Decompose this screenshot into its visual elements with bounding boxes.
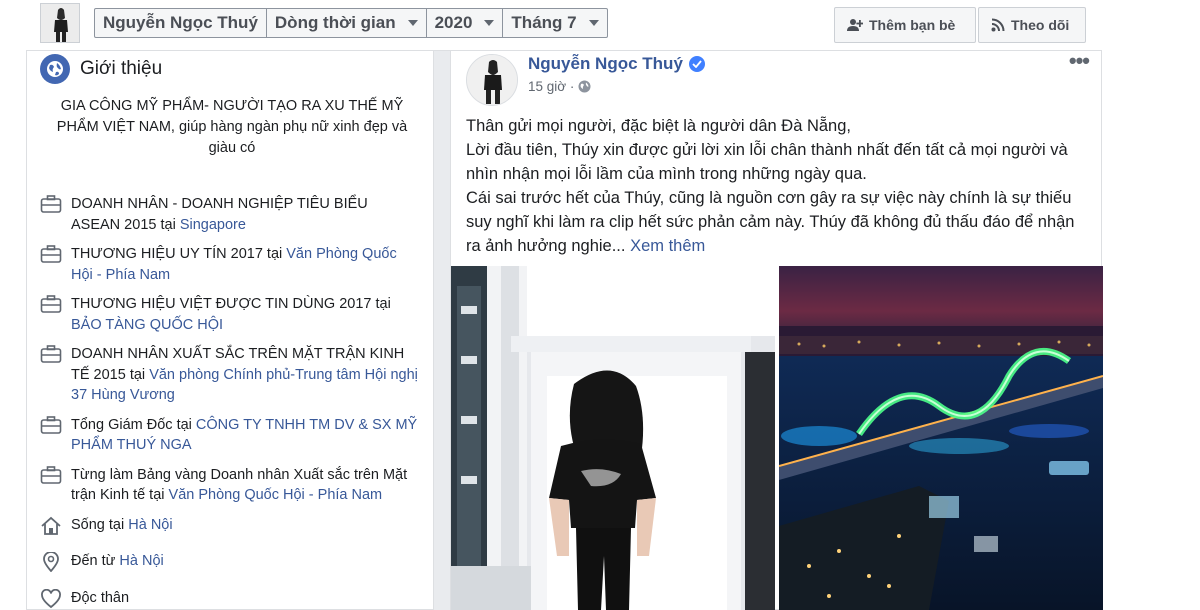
info-item-work-6: Từng làm Bảng vàng Doanh nhân Xuất sắc t… bbox=[40, 465, 420, 506]
nav-profile-name[interactable]: Nguyễn Ngọc Thuý bbox=[95, 9, 267, 37]
info-text: THƯƠNG HIỆU UY TÍN 2017 tại bbox=[71, 246, 287, 262]
nav-year-dropdown[interactable]: 2020 bbox=[427, 9, 504, 37]
profile-avatar-thumbnail[interactable] bbox=[40, 3, 80, 43]
info-text: Tổng Giám Đốc tại bbox=[71, 416, 196, 433]
info-item-relationship: Độc thân bbox=[40, 588, 420, 610]
nav-month-dropdown[interactable]: Tháng 7 bbox=[503, 9, 606, 37]
info-item-from: Đến từ Hà Nội bbox=[40, 551, 420, 579]
post-author-label: Nguyễn Ngọc Thuý bbox=[528, 54, 683, 73]
briefcase-icon bbox=[40, 245, 62, 270]
add-friend-icon bbox=[847, 19, 863, 31]
add-friend-label: Thêm bạn bè bbox=[869, 17, 956, 33]
page-margin-right bbox=[1102, 0, 1200, 610]
info-text: Sống tại bbox=[71, 516, 129, 533]
intro-info-list: DOANH NHÂN - DOANH NGHIỆP TIÊU BIỂU ASEA… bbox=[40, 194, 420, 610]
post-timestamp[interactable]: 15 giờ · bbox=[528, 79, 574, 94]
info-link[interactable]: BẢO TÀNG QUỐC HỘI bbox=[71, 317, 223, 333]
intro-header: Giới thiệu bbox=[40, 54, 162, 84]
briefcase-icon bbox=[40, 465, 62, 491]
post-meta: 15 giờ · bbox=[528, 79, 591, 94]
info-link[interactable]: Hà Nội bbox=[128, 517, 172, 533]
info-item-work-1: DOANH NHÂN - DOANH NGHIỆP TIÊU BIỂU ASEA… bbox=[40, 194, 420, 235]
post-photo-woman[interactable] bbox=[451, 266, 775, 610]
post-line: Lời đầu tiên, Thúy xin được gửi lời xin … bbox=[466, 141, 1068, 183]
rss-icon bbox=[991, 18, 1005, 32]
info-text: Đến từ bbox=[71, 553, 120, 569]
info-link[interactable]: Hà Nội bbox=[119, 553, 163, 569]
timeline-navigation: Nguyễn Ngọc Thuý Dòng thời gian 2020 Thá… bbox=[94, 8, 608, 38]
home-icon bbox=[40, 516, 62, 543]
intro-title: Giới thiệu bbox=[80, 58, 163, 79]
post-line: Cái sai trước hết của Thúy, cũng là nguồ… bbox=[466, 186, 1086, 258]
profile-page: Nguyễn Ngọc Thuý Dòng thời gian 2020 Thá… bbox=[26, 0, 1103, 610]
nav-timeline-dropdown[interactable]: Dòng thời gian bbox=[267, 9, 427, 37]
see-more-link[interactable]: Xem thêm bbox=[630, 237, 705, 255]
page-margin-left bbox=[0, 0, 26, 610]
nav-timeline-label: Dòng thời gian bbox=[274, 13, 396, 32]
post-card: Nguyễn Ngọc Thuý 15 giờ · ••• Thân gửi m… bbox=[450, 50, 1103, 610]
nav-year-label: 2020 bbox=[434, 13, 473, 32]
chevron-down-icon bbox=[484, 20, 495, 26]
profile-top-bar: Nguyễn Ngọc Thuý Dòng thời gian 2020 Thá… bbox=[26, 0, 1102, 51]
info-link[interactable]: Văn Phòng Quốc Hội - Phía Nam bbox=[169, 487, 383, 503]
add-friend-button[interactable]: Thêm bạn bè bbox=[834, 7, 976, 43]
info-item-work-3: THƯƠNG HIỆU VIỆT ĐƯỢC TIN DÙNG 2017 tại … bbox=[40, 294, 420, 335]
verified-badge-icon bbox=[688, 56, 705, 72]
post-line-text: Cái sai trước hết của Thúy, cũng là nguồ… bbox=[466, 189, 1075, 255]
nav-profile-name-label: Nguyễn Ngọc Thuý bbox=[103, 13, 258, 32]
follow-label: Theo dõi bbox=[1011, 17, 1070, 33]
heart-icon bbox=[40, 588, 62, 610]
info-link[interactable]: Singapore bbox=[180, 217, 246, 233]
briefcase-icon bbox=[40, 415, 62, 441]
more-options-icon[interactable]: ••• bbox=[1069, 50, 1090, 72]
post-line: Thân gửi mọi người, đặc biệt là người dâ… bbox=[466, 117, 851, 135]
chevron-down-icon bbox=[407, 20, 418, 26]
post-author-name[interactable]: Nguyễn Ngọc Thuý bbox=[528, 54, 705, 74]
briefcase-icon bbox=[40, 295, 62, 320]
info-text: Độc thân bbox=[71, 589, 130, 606]
post-photo-dragon-bridge[interactable] bbox=[779, 266, 1103, 610]
location-pin-icon bbox=[40, 551, 62, 579]
info-item-work-5: Tổng Giám Đốc tại CÔNG TY TNHH TM DV & S… bbox=[40, 415, 420, 456]
info-item-lives-in: Sống tại Hà Nội bbox=[40, 515, 420, 543]
post-body: Thân gửi mọi người, đặc biệt là người dâ… bbox=[466, 114, 1086, 258]
globe-icon bbox=[40, 54, 70, 84]
follow-button[interactable]: Theo dõi bbox=[978, 7, 1086, 43]
intro-bio: GIA CÔNG MỸ PHẨM- NGƯỜI TẠO RA XU THẾ MỸ… bbox=[56, 98, 408, 156]
info-item-work-4: DOANH NHÂN XUẤT SẮC TRÊN MẶT TRẬN KINH T… bbox=[40, 344, 420, 406]
public-globe-icon bbox=[578, 80, 591, 93]
briefcase-icon bbox=[40, 195, 62, 220]
post-author-avatar[interactable] bbox=[466, 54, 518, 106]
info-item-work-2: THƯƠNG HIỆU UY TÍN 2017 tại Văn Phòng Qu… bbox=[40, 244, 420, 285]
info-text: THƯƠNG HIỆU VIỆT ĐƯỢC TIN DÙNG 2017 tại bbox=[71, 296, 391, 312]
briefcase-icon bbox=[40, 345, 62, 370]
nav-month-label: Tháng 7 bbox=[511, 13, 577, 32]
chevron-down-icon bbox=[588, 20, 599, 26]
